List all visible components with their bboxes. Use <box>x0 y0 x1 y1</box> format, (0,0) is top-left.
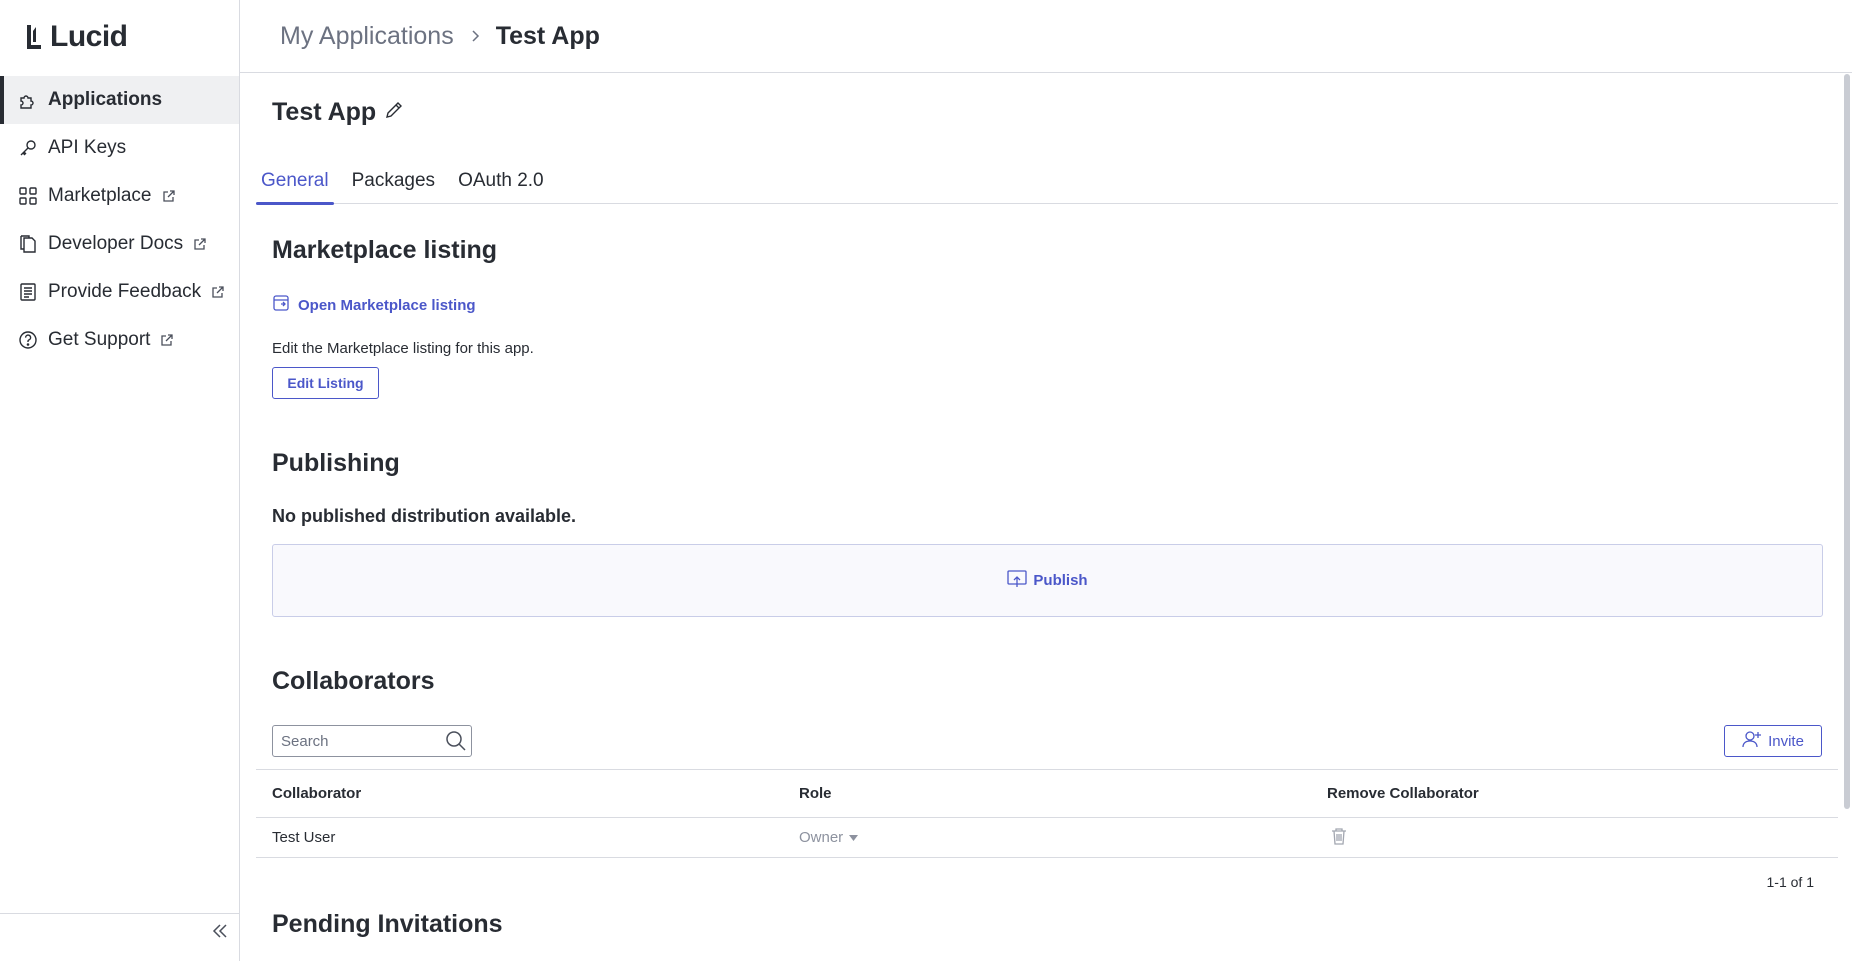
add-user-icon <box>1742 730 1762 752</box>
sidebar-footer <box>0 913 239 947</box>
tab-oauth[interactable]: OAuth 2.0 <box>453 168 549 204</box>
sidebar: Lucid Applications API Keys Marketplace <box>0 0 240 961</box>
page-title: Test App <box>272 98 404 127</box>
top-header: My Applications Test App <box>240 0 1852 73</box>
sidebar-item-marketplace[interactable]: Marketplace <box>0 172 239 220</box>
trash-icon[interactable] <box>1331 827 1347 845</box>
sidebar-item-label: Provide Feedback <box>48 281 202 302</box>
tab-general[interactable]: General <box>256 168 334 205</box>
sidebar-item-label: API Keys <box>48 137 127 158</box>
role-dropdown[interactable]: Owner <box>799 829 859 846</box>
invite-button[interactable]: Invite <box>1724 725 1822 757</box>
caret-down-icon <box>849 834 859 841</box>
sidebar-item-api-keys[interactable]: API Keys <box>0 124 239 172</box>
external-link-icon <box>193 237 207 251</box>
sidebar-item-label: Marketplace <box>48 185 152 206</box>
collaborator-name: Test User <box>272 829 336 846</box>
pagination-label: 1-1 of 1 <box>1766 874 1814 890</box>
tab-packages[interactable]: Packages <box>347 168 440 204</box>
pending-invitations-heading: Pending Invitations <box>272 910 503 938</box>
sidebar-item-label: Get Support <box>48 329 151 350</box>
sidebar-item-label: Developer Docs <box>48 233 184 254</box>
table-header-row: Collaborator Role Remove Collaborator <box>256 769 1838 818</box>
sidebar-item-applications[interactable]: Applications <box>0 76 239 124</box>
sidebar-item-developer-docs[interactable]: Developer Docs <box>0 220 239 268</box>
puzzle-icon <box>18 90 38 110</box>
key-icon <box>18 138 38 158</box>
search-input[interactable] <box>273 732 438 750</box>
role-value: Owner <box>799 829 844 846</box>
brand-name: Lucid <box>50 20 128 53</box>
sidebar-nav: Applications API Keys Marketplace Develo… <box>0 76 239 364</box>
app-title: Test App <box>272 98 377 126</box>
sidebar-item-get-support[interactable]: Get Support <box>0 316 239 364</box>
help-icon <box>18 330 38 350</box>
marketplace-heading: Marketplace listing <box>272 236 498 264</box>
external-link-icon <box>162 189 176 203</box>
breadcrumb-current: Test App <box>495 21 600 50</box>
publish-button[interactable]: Publish <box>1007 569 1088 592</box>
role-cell: Owner <box>799 829 1327 846</box>
sidebar-item-provide-feedback[interactable]: Provide Feedback <box>0 268 239 316</box>
main-content: Test App General Packages OAuth 2.0 Mark… <box>240 74 1852 961</box>
open-marketplace-link[interactable]: Open Marketplace listing <box>272 294 476 316</box>
edit-listing-button[interactable]: Edit Listing <box>272 367 379 399</box>
tab-bar: General Packages OAuth 2.0 <box>256 168 1838 205</box>
marketplace-description: Edit the Marketplace listing for this ap… <box>272 340 534 357</box>
collaborators-table: Collaborator Role Remove Collaborator Te… <box>256 769 1838 858</box>
docs-icon <box>18 234 38 254</box>
lucid-logo[interactable]: Lucid <box>24 20 128 54</box>
publishing-heading: Publishing <box>272 449 400 477</box>
column-header-remove: Remove Collaborator <box>1327 785 1479 802</box>
open-marketplace-label: Open Marketplace listing <box>298 296 476 314</box>
breadcrumb-parent[interactable]: My Applications <box>280 22 454 51</box>
collaborators-heading: Collaborators <box>272 667 435 695</box>
publish-panel: Publish <box>272 544 1823 617</box>
publish-label: Publish <box>1033 572 1088 589</box>
lucid-logo-icon <box>27 25 41 49</box>
external-link-icon <box>160 333 174 347</box>
publish-icon <box>1007 569 1028 592</box>
edit-pencil-icon[interactable] <box>384 100 404 125</box>
grid-icon <box>18 186 38 206</box>
invite-label: Invite <box>1768 732 1804 750</box>
column-header-role: Role <box>799 785 832 802</box>
feedback-icon <box>18 282 38 302</box>
collaborator-search <box>272 725 472 757</box>
collapse-sidebar-icon[interactable] <box>209 920 231 942</box>
sidebar-item-label: Applications <box>48 89 163 110</box>
column-header-collaborator: Collaborator <box>272 785 362 802</box>
listing-icon <box>272 294 290 316</box>
remove-cell <box>1327 827 1838 849</box>
table-row: Test User Owner <box>256 818 1838 858</box>
external-link-icon <box>211 285 225 299</box>
publishing-status: No published distribution available. <box>272 506 577 526</box>
search-icon[interactable] <box>445 730 467 752</box>
chevron-right-icon <box>468 29 482 43</box>
